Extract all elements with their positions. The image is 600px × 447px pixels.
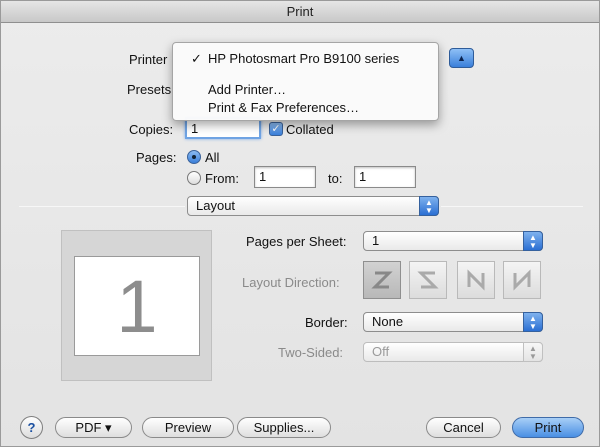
layout-direction-n-button[interactable] (457, 261, 495, 299)
popup-arrows-icon: ▲ ▼ (523, 312, 543, 332)
layout-reverse-n-icon (513, 269, 531, 291)
print-dialog: Print Printer Presets ▲ Copies: 1 ✓ Coll… (0, 0, 600, 447)
layout-direction-reverse-n-button[interactable] (503, 261, 541, 299)
printer-menu-item-label: Add Printer… (208, 82, 287, 97)
print-button[interactable]: Print (512, 417, 584, 438)
layout-direction-reverse-z-button[interactable] (409, 261, 447, 299)
checkmark-icon: ✓ (191, 51, 202, 66)
pages-range-radio[interactable] (187, 171, 201, 185)
printer-menu-item-label: Print & Fax Preferences… (208, 100, 359, 115)
pages-from-label: From: (205, 171, 239, 186)
pages-per-sheet-popup[interactable]: 1 ▲ ▼ (363, 231, 543, 251)
printer-disclosure-button[interactable]: ▲ (449, 48, 474, 68)
pages-per-sheet-label: Pages per Sheet: (246, 234, 347, 249)
section-popup[interactable]: Layout ▲ ▼ (187, 196, 439, 216)
pages-all-label: All (205, 150, 220, 165)
border-popup[interactable]: None ▲ ▼ (363, 312, 543, 332)
layout-direction-label: Layout Direction: (242, 275, 340, 290)
pages-to-label: to: (328, 171, 343, 186)
collated-checkbox[interactable]: ✓ (269, 122, 283, 136)
popup-arrows-icon: ▲ ▼ (523, 342, 543, 362)
layout-z-icon (371, 271, 393, 289)
separator (19, 206, 185, 207)
layout-n-icon (467, 269, 485, 291)
separator (441, 206, 583, 207)
printer-menu: ✓ HP Photosmart Pro B9100 series Add Pri… (172, 42, 439, 121)
layout-preview: 1 (61, 230, 212, 381)
preview-button[interactable]: Preview (142, 417, 234, 438)
pages-to-field[interactable]: 1 (354, 166, 416, 188)
pages-per-sheet-value: 1 (372, 233, 380, 248)
pages-all-radio[interactable] (187, 150, 201, 164)
disclosure-triangle-up-icon: ▲ (457, 53, 466, 63)
presets-label: Presets (127, 82, 172, 97)
pages-label: Pages: (136, 150, 177, 165)
collated-label: Collated (286, 122, 334, 137)
copies-label: Copies: (129, 122, 174, 137)
section-popup-value: Layout (196, 198, 236, 213)
cancel-button[interactable]: Cancel (426, 417, 501, 438)
two-sided-value: Off (372, 344, 390, 359)
preview-page: 1 (74, 256, 200, 356)
help-button[interactable]: ? (20, 416, 43, 439)
pages-from-field[interactable]: 1 (254, 166, 316, 188)
window-title: Print (1, 1, 599, 23)
two-sided-popup[interactable]: Off ▲ ▼ (363, 342, 543, 362)
printer-menu-item-label: HP Photosmart Pro B9100 series (208, 51, 400, 66)
two-sided-label: Two-Sided: (278, 345, 344, 360)
layout-reverse-z-icon (417, 271, 439, 289)
pdf-menu-button[interactable]: PDF ▾ (55, 417, 132, 438)
popup-arrows-icon: ▲ ▼ (523, 231, 543, 251)
popup-arrows-icon: ▲ ▼ (419, 196, 439, 216)
border-value: None (372, 314, 404, 329)
border-label: Border: (305, 315, 348, 330)
printer-label: Printer (129, 52, 168, 67)
supplies-button[interactable]: Supplies... (237, 417, 331, 438)
layout-direction-z-button[interactable] (363, 261, 401, 299)
